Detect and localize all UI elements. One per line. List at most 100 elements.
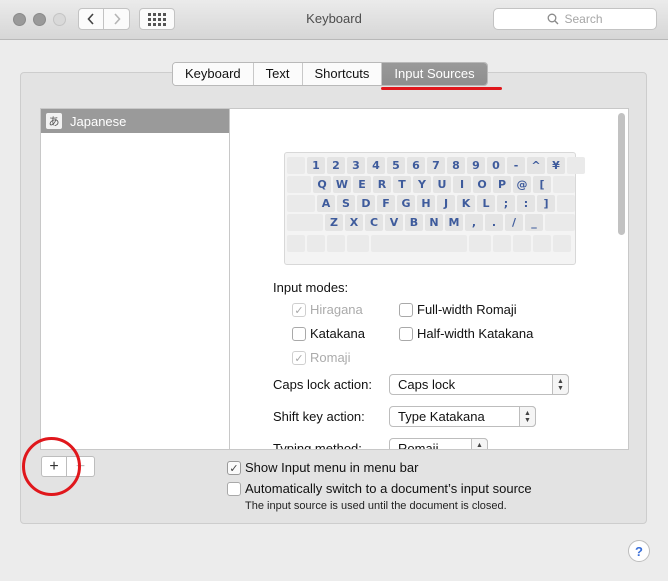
key-cap: E bbox=[353, 176, 371, 193]
key-blank bbox=[545, 214, 575, 231]
typing-method-value: Romaji bbox=[398, 441, 439, 450]
fullwidth-romaji-label: Full-width Romaji bbox=[417, 302, 517, 317]
tab-text[interactable]: Text bbox=[253, 63, 303, 85]
keyboard-preferences-window: Keyboard Search Keyboard Text Shortcuts … bbox=[0, 0, 668, 581]
key-cap: . bbox=[485, 214, 503, 231]
keyboard-row-4 bbox=[287, 235, 571, 252]
key-cap: _ bbox=[525, 214, 543, 231]
chevron-updown-icon: ▲▼ bbox=[552, 374, 569, 395]
key-cap: T bbox=[393, 176, 411, 193]
key-cap: ; bbox=[497, 195, 515, 212]
caps-lock-value: Caps lock bbox=[398, 377, 456, 392]
chevron-updown-icon: ▲▼ bbox=[471, 438, 488, 449]
tab-bar: Keyboard Text Shortcuts Input Sources bbox=[172, 62, 488, 86]
key-cap: F bbox=[377, 195, 395, 212]
romaji-label: Romaji bbox=[310, 350, 351, 365]
auto-switch-checkbox[interactable] bbox=[227, 482, 241, 496]
key-cap: S bbox=[337, 195, 355, 212]
keyboard-layout-preview: 1 2 3 4 5 6 7 8 9 0- ^ ¥ Q W E R T Y U I O P @[ A S D F G H J K L;:] … bbox=[284, 152, 585, 265]
katakana-checkbox[interactable] bbox=[292, 327, 306, 341]
key-cap: O bbox=[473, 176, 491, 193]
key-cap: A bbox=[317, 195, 335, 212]
key-cap: N bbox=[425, 214, 443, 231]
tab-keyboard[interactable]: Keyboard bbox=[173, 63, 254, 85]
caps-lock-select[interactable]: Caps lock ▲ ▼ bbox=[389, 374, 569, 395]
show-input-menu-label: Show Input menu in menu bar bbox=[245, 460, 419, 475]
search-placeholder: Search bbox=[564, 12, 603, 26]
key-row-numbers: 1 2 3 4 5 6 7 8 9 0- ^ ¥ bbox=[307, 157, 565, 174]
shift-key-value: Type Katakana bbox=[398, 409, 485, 424]
key-blank bbox=[287, 195, 315, 212]
key-cap: Q bbox=[313, 176, 331, 193]
list-item-label: Japanese bbox=[70, 113, 127, 129]
key-row-zxcv: Z X C V B N M,. / _ bbox=[325, 214, 543, 231]
hiragana-checkbox[interactable]: ✓ bbox=[292, 303, 306, 317]
keyboard-row-0: 1 2 3 4 5 6 7 8 9 0- ^ ¥ bbox=[287, 157, 585, 174]
key-cap: Z bbox=[325, 214, 343, 231]
key-blank bbox=[287, 214, 323, 231]
key-cap: [ bbox=[533, 176, 551, 193]
key-cap: 1 bbox=[307, 157, 325, 174]
vertical-scrollbar[interactable] bbox=[618, 113, 625, 235]
key-blank bbox=[557, 195, 575, 212]
halfwidth-katakana-checkbox[interactable] bbox=[399, 327, 413, 341]
annotation-underline bbox=[381, 87, 502, 90]
search-icon bbox=[548, 13, 559, 25]
key-cap: R bbox=[373, 176, 391, 193]
key-cap: P bbox=[493, 176, 511, 193]
key-cap: K bbox=[457, 195, 475, 212]
tab-input-sources[interactable]: Input Sources bbox=[382, 63, 487, 85]
key-blank bbox=[287, 176, 311, 193]
key-cap: - bbox=[507, 157, 525, 174]
key-cap: ^ bbox=[527, 157, 545, 174]
key-cap: 0 bbox=[487, 157, 505, 174]
key-row-qwerty: Q W E R T Y U I O P @[ bbox=[313, 176, 551, 193]
key-cap: ] bbox=[537, 195, 555, 212]
search-field[interactable]: Search bbox=[493, 8, 657, 30]
caps-lock-label: Caps lock action: bbox=[273, 377, 372, 392]
annotation-circle bbox=[22, 437, 81, 496]
list-item-japanese[interactable]: あ Japanese bbox=[41, 109, 229, 133]
key-blank bbox=[567, 157, 585, 174]
keyboard-row-1: Q W E R T Y U I O P @[ bbox=[287, 176, 575, 193]
key-cap: 5 bbox=[387, 157, 405, 174]
key-cap: / bbox=[505, 214, 523, 231]
key-cap: ¥ bbox=[547, 157, 565, 174]
key-cap: C bbox=[365, 214, 383, 231]
shift-key-label: Shift key action: bbox=[273, 409, 365, 424]
key-cap: W bbox=[333, 176, 351, 193]
romaji-checkbox[interactable]: ✓ bbox=[292, 351, 306, 365]
key-cap: U bbox=[433, 176, 451, 193]
key-cap: J bbox=[437, 195, 455, 212]
key-cap: H bbox=[417, 195, 435, 212]
key-cap: 8 bbox=[447, 157, 465, 174]
shift-key-select[interactable]: Type Katakana ▲ ▼ bbox=[389, 406, 536, 427]
keyboard-row-2: A S D F G H J K L;:] bbox=[287, 195, 575, 212]
fullwidth-romaji-checkbox[interactable] bbox=[399, 303, 413, 317]
key-cap: D bbox=[357, 195, 375, 212]
key-cap: G bbox=[397, 195, 415, 212]
key-cap: 2 bbox=[327, 157, 345, 174]
space-key bbox=[371, 235, 467, 252]
typing-method-select[interactable]: Romaji ▲▼ bbox=[389, 438, 488, 450]
key-cap: @ bbox=[513, 176, 531, 193]
input-modes-label: Input modes: bbox=[273, 280, 349, 295]
input-source-detail: 1 2 3 4 5 6 7 8 9 0- ^ ¥ Q W E R T Y U I O P @[ A S D F G H J K L;:] … bbox=[229, 108, 629, 450]
show-input-menu-checkbox[interactable]: ✓ bbox=[227, 461, 241, 475]
keyboard-row-3: Z X C V B N M,. / _ bbox=[287, 214, 575, 231]
key-cap: M bbox=[445, 214, 463, 231]
tab-shortcuts[interactable]: Shortcuts bbox=[302, 63, 383, 85]
chevron-updown-icon: ▲▼ bbox=[519, 406, 536, 427]
auto-switch-note: The input source is used until the docum… bbox=[245, 500, 507, 512]
key-cap: 3 bbox=[347, 157, 365, 174]
key-cap: V bbox=[385, 214, 403, 231]
input-source-list[interactable]: あ Japanese bbox=[40, 108, 229, 450]
key-cap: 6 bbox=[407, 157, 425, 174]
help-button[interactable]: ? bbox=[628, 540, 650, 562]
key-cap: 7 bbox=[427, 157, 445, 174]
key-cap: , bbox=[465, 214, 483, 231]
key-cap: I bbox=[453, 176, 471, 193]
auto-switch-label: Automatically switch to a document’s inp… bbox=[245, 481, 532, 496]
katakana-label: Katakana bbox=[310, 326, 365, 341]
key-blank bbox=[287, 157, 305, 174]
